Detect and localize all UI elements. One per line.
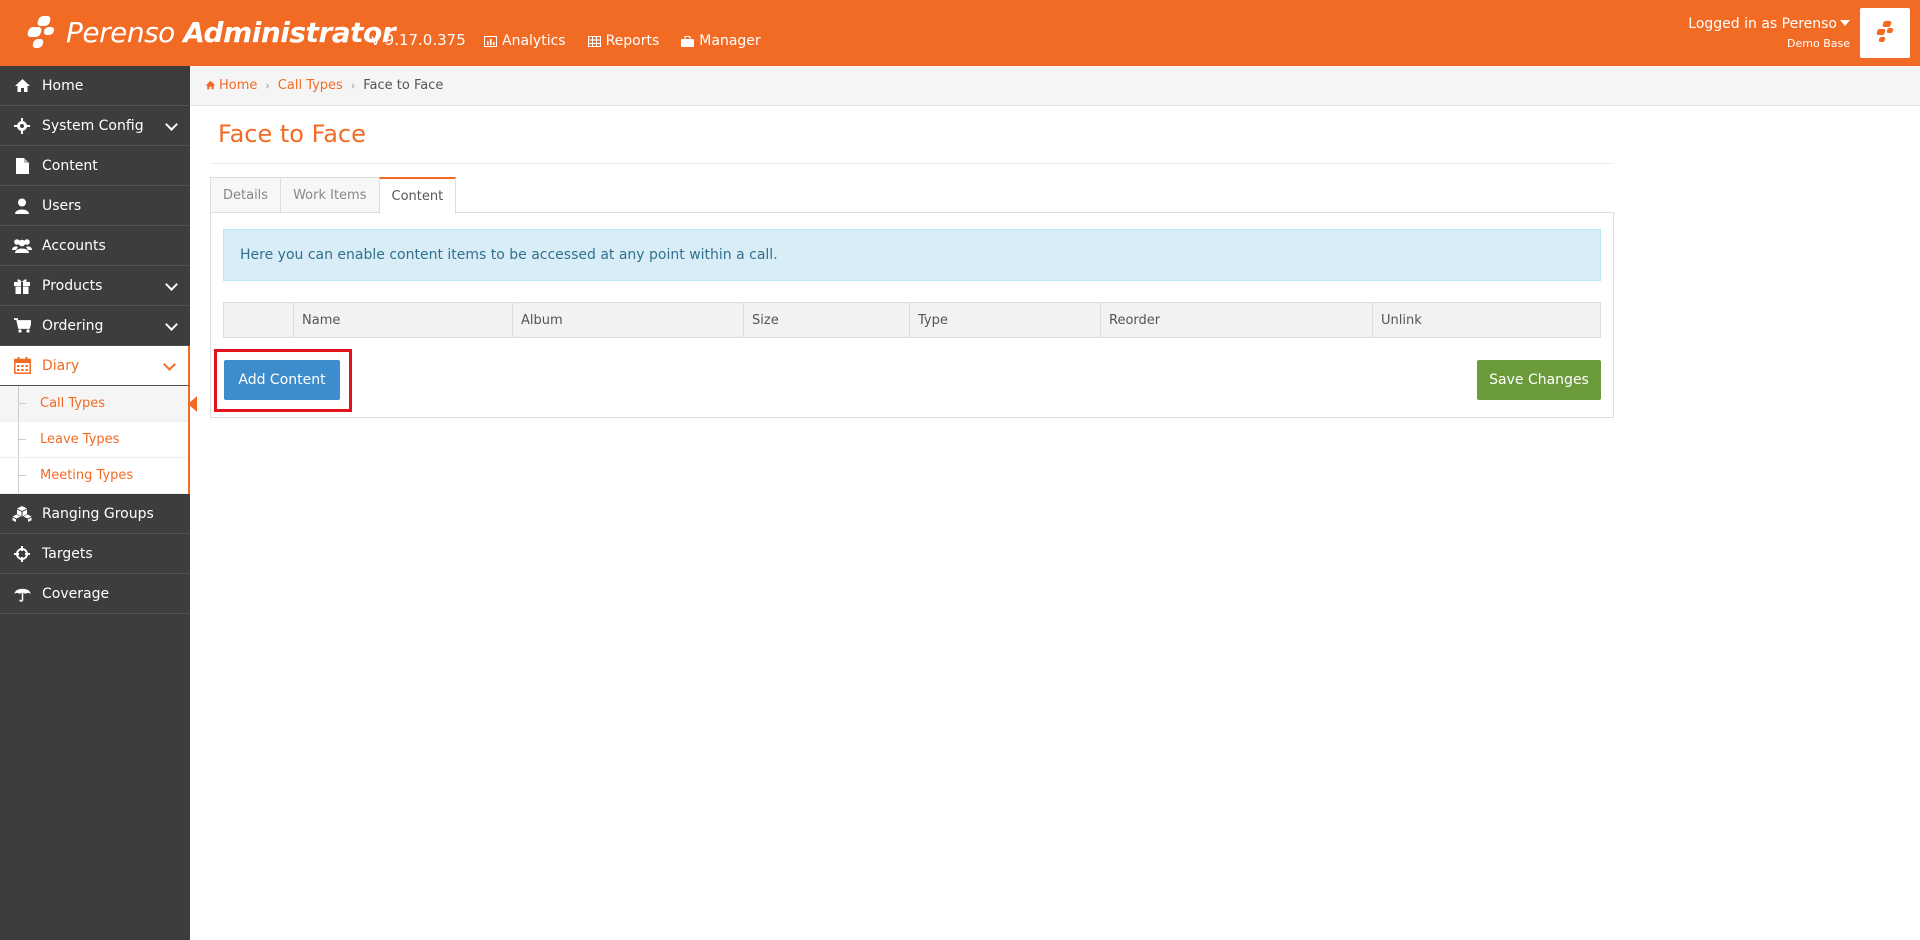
brand-logo[interactable]: Perenso Administrator bbox=[24, 12, 396, 52]
sidebar-item-coverage[interactable]: Coverage bbox=[0, 574, 190, 614]
perenso-logo-icon bbox=[24, 14, 60, 50]
home-icon bbox=[205, 80, 216, 90]
column-header-album[interactable]: Album bbox=[513, 303, 744, 337]
sidebar-subitem-label: Leave Types bbox=[40, 432, 120, 447]
database-label: Demo Base bbox=[1787, 37, 1850, 50]
column-header-select[interactable] bbox=[224, 303, 294, 337]
nav-manager-label: Manager bbox=[699, 33, 761, 49]
top-nav: Analytics Reports Manager bbox=[484, 33, 761, 49]
umbrella-icon bbox=[12, 585, 32, 603]
sidebar-item-ranging-groups[interactable]: Ranging Groups bbox=[0, 494, 190, 534]
chevron-down-icon bbox=[165, 278, 178, 291]
user-menu[interactable]: Logged in as Perenso Demo Base bbox=[1688, 15, 1850, 53]
sidebar-item-label: System Config bbox=[42, 117, 144, 134]
chart-icon bbox=[484, 35, 497, 47]
sidebar-item-diary[interactable]: Diary bbox=[0, 346, 190, 386]
sidebar-item-label: Content bbox=[42, 157, 98, 174]
active-pointer-icon bbox=[188, 396, 197, 412]
calendar-icon bbox=[12, 357, 32, 375]
chevron-down-icon bbox=[163, 358, 176, 371]
nav-reports[interactable]: Reports bbox=[587, 33, 660, 49]
sidebar-item-label: Users bbox=[42, 197, 82, 214]
column-header-reorder[interactable]: Reorder bbox=[1101, 303, 1373, 337]
tab-panel: Here you can enable content items to be … bbox=[210, 212, 1614, 418]
breadcrumb-current: Face to Face bbox=[363, 78, 444, 93]
sidebar-item-label: Home bbox=[42, 77, 84, 94]
column-header-name[interactable]: Name bbox=[294, 303, 513, 337]
gift-icon bbox=[12, 277, 32, 295]
sidebar-subitem-leave-types[interactable]: Leave Types bbox=[0, 422, 188, 458]
logged-in-label: Logged in as Perenso bbox=[1688, 16, 1837, 32]
nav-reports-label: Reports bbox=[605, 33, 660, 49]
content-table-header: Name Album Size Type Reorder Unlink bbox=[223, 302, 1601, 338]
caret-down-icon bbox=[1840, 20, 1850, 26]
file-icon bbox=[12, 157, 32, 175]
cart-icon bbox=[12, 317, 32, 335]
tab-work-items[interactable]: Work Items bbox=[280, 177, 380, 213]
save-changes-button[interactable]: Save Changes bbox=[1477, 360, 1601, 400]
sidebar-item-label: Diary bbox=[42, 357, 80, 374]
sidebar-item-content[interactable]: Content bbox=[0, 146, 190, 186]
breadcrumb-home-label: Home bbox=[219, 78, 258, 93]
sidebar-item-label: Targets bbox=[42, 545, 93, 562]
table-icon bbox=[587, 35, 601, 47]
sidebar-item-accounts[interactable]: Accounts bbox=[0, 226, 190, 266]
sidebar-item-targets[interactable]: Targets bbox=[0, 534, 190, 574]
sidebar-item-ordering[interactable]: Ordering bbox=[0, 306, 190, 346]
top-header: Perenso Administrator v 9.17.0.375 Analy… bbox=[0, 0, 1920, 66]
home-icon bbox=[12, 77, 32, 95]
sidebar-item-system-config[interactable]: System Config bbox=[0, 106, 190, 146]
sidebar-item-label: Ranging Groups bbox=[42, 505, 154, 522]
sidebar: Home System Config Content Users Account… bbox=[0, 66, 197, 940]
users-icon bbox=[12, 237, 32, 255]
nav-analytics[interactable]: Analytics bbox=[484, 33, 566, 49]
sidebar-item-users[interactable]: Users bbox=[0, 186, 190, 226]
breadcrumb-separator-icon: › bbox=[265, 79, 270, 92]
sidebar-item-label: Accounts bbox=[42, 237, 106, 254]
info-alert: Here you can enable content items to be … bbox=[223, 229, 1601, 281]
page-title: Face to Face bbox=[218, 120, 366, 148]
user-icon bbox=[12, 197, 32, 215]
sidebar-item-label: Ordering bbox=[42, 317, 104, 334]
diary-submenu: Call Types Leave Types Meeting Types bbox=[0, 386, 197, 494]
breadcrumb-home[interactable]: Home bbox=[205, 78, 257, 93]
tab-details[interactable]: Details bbox=[210, 177, 282, 213]
nav-manager[interactable]: Manager bbox=[681, 33, 761, 49]
crosshair-icon bbox=[12, 545, 32, 563]
app-title: Perenso Administrator bbox=[66, 15, 396, 49]
tab-bar: Details Work Items Content bbox=[210, 177, 457, 214]
breadcrumb: Home › Call Types › Face to Face bbox=[190, 66, 1920, 106]
sidebar-item-home[interactable]: Home bbox=[0, 66, 190, 106]
column-header-type[interactable]: Type bbox=[910, 303, 1101, 337]
breadcrumb-call-types[interactable]: Call Types bbox=[278, 78, 343, 93]
chevron-down-icon bbox=[165, 118, 178, 131]
sidebar-subitem-call-types[interactable]: Call Types bbox=[0, 386, 197, 422]
divider bbox=[210, 163, 1614, 164]
column-header-size[interactable]: Size bbox=[744, 303, 910, 337]
add-content-button[interactable]: Add Content bbox=[224, 360, 340, 400]
sidebar-subitem-label: Meeting Types bbox=[40, 468, 134, 483]
sidebar-item-label: Products bbox=[42, 277, 103, 294]
sidebar-item-products[interactable]: Products bbox=[0, 266, 190, 306]
version-label: v 9.17.0.375 bbox=[371, 31, 466, 49]
sidebar-subitem-meeting-types[interactable]: Meeting Types bbox=[0, 458, 188, 494]
chevron-down-icon bbox=[165, 318, 178, 331]
sidebar-item-label: Coverage bbox=[42, 585, 110, 602]
briefcase-icon bbox=[681, 35, 695, 47]
column-header-unlink[interactable]: Unlink bbox=[1373, 303, 1600, 337]
breadcrumb-separator-icon: › bbox=[350, 79, 356, 92]
tab-content[interactable]: Content bbox=[378, 177, 457, 214]
cubes-icon bbox=[12, 505, 32, 523]
sidebar-subitem-label: Call Types bbox=[40, 396, 106, 411]
avatar[interactable] bbox=[1860, 8, 1910, 58]
gear-icon bbox=[12, 117, 32, 135]
nav-analytics-label: Analytics bbox=[502, 33, 566, 49]
